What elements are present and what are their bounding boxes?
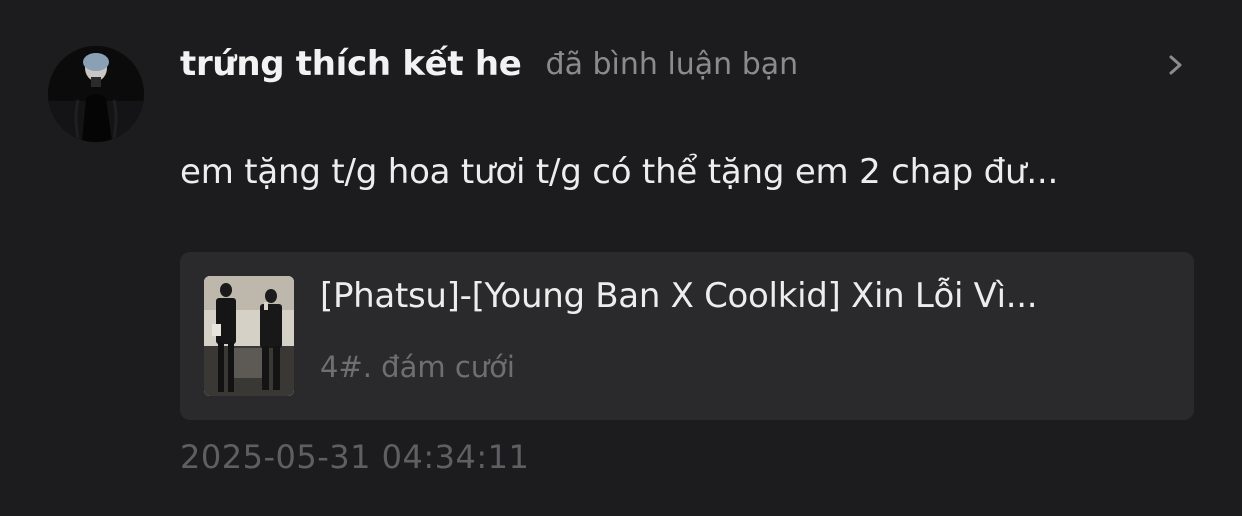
notification-header: trứng thích kết he đã bình luận bạn (180, 40, 798, 88)
user-avatar[interactable] (48, 46, 144, 142)
comment-notification[interactable]: trứng thích kết he đã bình luận bạn em t… (0, 0, 1242, 516)
chapter-title: 4#. đám cưới (320, 350, 515, 384)
action-text: đã bình luận bạn (545, 46, 799, 82)
timestamp: 2025-05-31 04:34:11 (180, 438, 530, 476)
comment-text: em tặng t/g hoa tươi t/g có thể tặng em … (180, 152, 1059, 192)
chevron-right-icon[interactable] (1160, 48, 1192, 82)
username[interactable]: trứng thích kết he (180, 44, 522, 84)
comic-cover-image (204, 276, 294, 396)
comic-title: [Phatsu]-[Young Ban X Coolkid] Xin Lỗi V… (320, 276, 1038, 316)
avatar-image (48, 46, 144, 142)
content-card[interactable]: [Phatsu]-[Young Ban X Coolkid] Xin Lỗi V… (180, 252, 1194, 420)
